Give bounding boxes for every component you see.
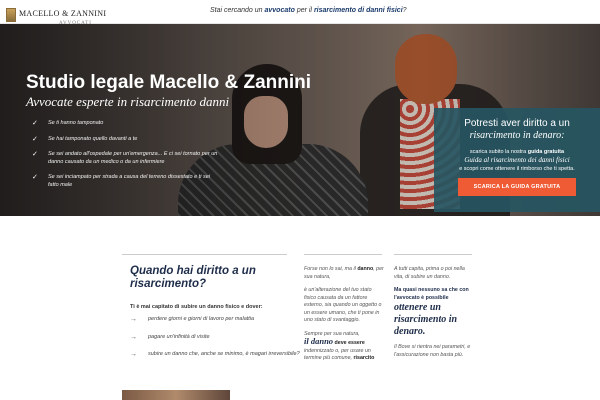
- hero-section: Studio legale Macello & Zannini Avvocate…: [0, 24, 600, 216]
- section-title: Quando hai diritto a un risarcimento?: [130, 265, 256, 290]
- section-lead: Ti è mai capitato di subire un danno fis…: [130, 304, 263, 310]
- check-icon: ✓: [32, 174, 38, 181]
- top-bar: MACELLO & ZANNINI AVVOCATI Stai cercando…: [0, 0, 600, 26]
- logo-text: MACELLO & ZANNINI: [19, 9, 107, 18]
- paragraph: è un'alterazione del tuo stato fisico ca…: [304, 287, 382, 323]
- divider: [304, 254, 382, 255]
- paragraph: Ma quasi nessuno sa che con l'avvocato è…: [394, 287, 469, 337]
- check-icon: ✓: [32, 151, 38, 158]
- guide-title: Potresti aver diritto a un: [464, 118, 570, 129]
- text-column-right: A tutti capita, prima o poi nella vita, …: [394, 266, 474, 365]
- check-icon: ✓: [32, 135, 38, 143]
- list-item: ✓ Se sei inciampato per strada a causa de…: [32, 174, 211, 188]
- header-tagline: Stai cercando un avvocato per il risarci…: [210, 7, 407, 14]
- paragraph: A tutti capita, prima o poi nella vita, …: [394, 266, 465, 280]
- download-guide-button[interactable]: SCARICA LA GUIDA GRATUITA: [458, 178, 576, 196]
- paragraph: Il Bove si rientra nei parametri, e l'as…: [394, 344, 471, 358]
- paragraph: Forse non lo sai, ma il danno, per sua n…: [304, 266, 384, 280]
- section-list: → perdere giorni e giorni di lavoro per m…: [130, 316, 300, 369]
- list-item: → subire un danno che, anche se minimo, è…: [130, 351, 300, 358]
- paragraph: Sempre per sua natura, il danno deve esse…: [304, 330, 375, 362]
- divider: [122, 254, 287, 255]
- hero-subtitle: Avvocate esperte in risarcimento danni: [26, 94, 230, 109]
- list-item: → pagare un'infinità di visite: [130, 333, 210, 341]
- text-column-middle: Forse non lo sai, ma il danno, per sua n…: [304, 266, 384, 369]
- logo-emblem-icon: [6, 7, 16, 22]
- check-icon: ✓: [32, 120, 38, 127]
- arrow-right-icon: →: [130, 333, 137, 341]
- hero-checklist: ✓ Se ti hanno tamponato ✓ Se hai tamponato…: [32, 120, 218, 197]
- guide-offer-panel: Potresti aver diritto a un risarcimento …: [434, 108, 600, 212]
- content-section: Quando hai diritto a un risarcimento? Ti…: [0, 216, 600, 400]
- guide-description: scarica subito la nostra guida gratuita …: [459, 149, 575, 172]
- hero-title: Studio legale Macello & Zannini: [26, 72, 312, 93]
- logo[interactable]: MACELLO & ZANNINI AVVOCATI: [6, 3, 106, 26]
- list-item: → perdere giorni e giorni di lavoro per m…: [130, 316, 255, 323]
- list-item: ✓ Se hai tamponato quello davanti a te: [32, 135, 138, 143]
- arrow-right-icon: →: [130, 316, 137, 323]
- list-item: ✓ Se sei andato all'ospedale per un'emerg…: [32, 151, 218, 165]
- divider: [394, 254, 472, 255]
- arrow-right-icon: →: [130, 351, 137, 358]
- section-image: [122, 390, 230, 400]
- list-item: ✓ Se ti hanno tamponato: [32, 120, 104, 127]
- guide-title-italic: risarcimento in denaro:: [469, 130, 565, 141]
